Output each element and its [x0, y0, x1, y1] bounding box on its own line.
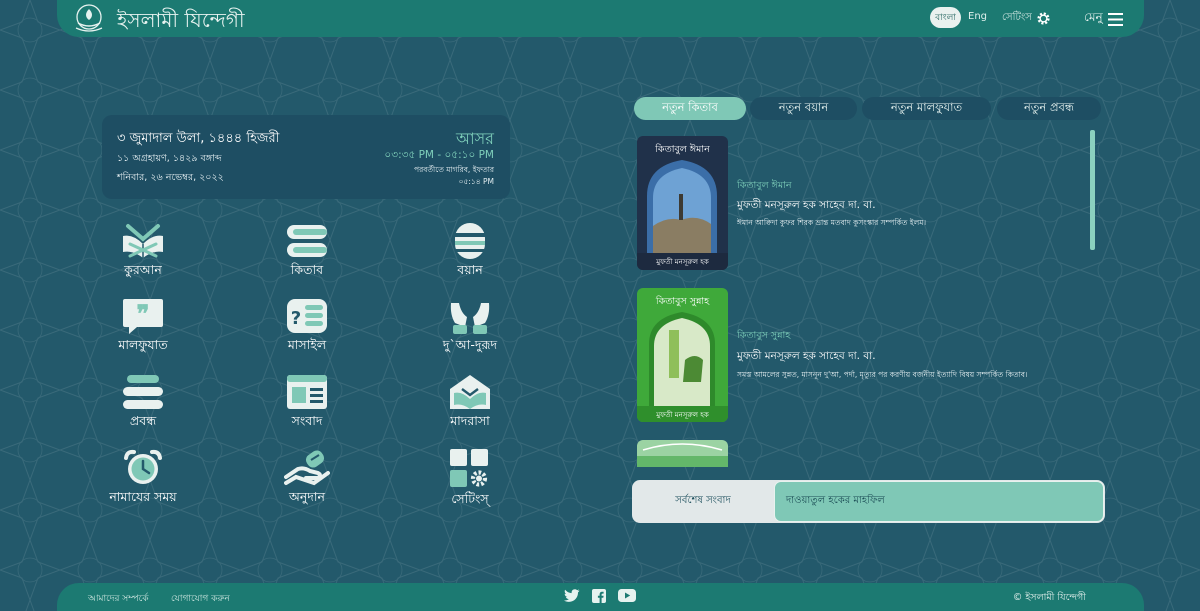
- grid-item-bayan[interactable]: বয়ান: [400, 222, 540, 292]
- quote-icon: ❞: [123, 299, 163, 334]
- gear-icon: [1037, 12, 1050, 25]
- gregorian-date: শনিবার, ২৬ নভেম্বর, ২০২২: [117, 172, 224, 183]
- question-icon: ?: [287, 299, 327, 333]
- grid-item-donation[interactable]: অনুদান: [237, 449, 377, 519]
- grid-label-settings: সেটিংস্: [451, 491, 489, 506]
- twitter-icon[interactable]: [564, 589, 580, 603]
- book-description: সমস্ত আমলের সুন্নত, মাসনূন দু'আ, পর্দা, …: [737, 370, 1028, 379]
- settings-button[interactable]: সেটিংস: [1002, 10, 1051, 27]
- grid-item-probondho[interactable]: প্রবন্ধ: [73, 373, 213, 443]
- grid-label-quran: কুরআন: [124, 262, 162, 277]
- hijri-date: ৩ জুমাদাল উলা, ১৪৪৪ হিজরী: [117, 131, 280, 146]
- article-icon: [123, 375, 163, 409]
- praying-hands-icon: [450, 303, 490, 334]
- social-links: [564, 589, 636, 603]
- settings-label: সেটিংস: [1002, 12, 1032, 23]
- menu-button[interactable]: মেনু: [1084, 9, 1123, 29]
- svg-text:❞: ❞: [137, 299, 150, 328]
- book-description: ঈমান আক্বিদা কুফর শিরক ভ্রান্ত মতবাদ কুস…: [737, 218, 927, 227]
- language-english-button[interactable]: Eng: [968, 11, 987, 22]
- books-icon: [287, 225, 327, 257]
- grid-item-prayer-time[interactable]: নামাযের সময়: [73, 449, 213, 519]
- alarm-clock-icon: [124, 449, 162, 484]
- book-cover-image[interactable]: [637, 440, 728, 467]
- grid-item-kitab[interactable]: কিতাব: [237, 222, 377, 292]
- list-item[interactable]: কিতাবুল ঈমান মুফতী মনসূরুল হক কিতাবুল ঈম…: [637, 136, 1087, 270]
- next-prayer-label: পরবর্তীতে মাগরিব, ইফতার: [414, 165, 494, 174]
- grid-item-settings[interactable]: সেটিংস্: [400, 449, 540, 519]
- news-headline[interactable]: দাওয়াতুল হকের মাহফিল: [774, 481, 1104, 522]
- grid-item-malfuzat[interactable]: ❞ মালফুযাত: [73, 297, 213, 367]
- madrasa-icon: [450, 375, 490, 409]
- menu-label: মেনু: [1084, 10, 1103, 24]
- grid-item-masail[interactable]: ? মাসাইল: [237, 297, 377, 367]
- logo-icon[interactable]: [73, 3, 105, 34]
- list-item[interactable]: কিতাবুস সুন্নাহ মুফতী মনসূরুল হক কিতাবুস…: [637, 288, 1087, 422]
- tab-new-malfuzat[interactable]: নতুন মালফুযাত: [862, 97, 991, 120]
- book-cover-title: কিতাবুল ঈমান: [655, 144, 710, 155]
- book-author: মুফতী মনসূরুল হক সাহেব দা. বা.: [737, 350, 876, 362]
- grid-item-dua[interactable]: দু`আ-দুরূদ: [400, 297, 540, 367]
- grid-item-quran[interactable]: কুরআন: [73, 222, 213, 292]
- quran-icon: [123, 224, 163, 258]
- grid-item-songbad[interactable]: সংবাদ: [237, 373, 377, 443]
- site-title[interactable]: ইসলামী যিন্দেগী: [117, 6, 245, 39]
- grid-label-madrasa: মাদরাসা: [450, 413, 490, 428]
- news-label: সর্বশেষ সংবাদ: [675, 495, 731, 506]
- tab-new-kitab[interactable]: নতুন কিতাব: [634, 97, 746, 120]
- scrollbar[interactable]: [1090, 130, 1095, 250]
- grid-label-masail: মাসাইল: [287, 337, 327, 352]
- book-cover-author: মুফতী মনসূরুল হক: [656, 411, 709, 419]
- news-ticker: সর্বশেষ সংবাদ দাওয়াতুল হকের মাহফিল: [632, 480, 1105, 523]
- grid-label-prayer-time: নামাযের সময়: [109, 489, 177, 504]
- hamburger-icon: [1107, 12, 1123, 26]
- grid-label-malfuzat: মালফুযাত: [118, 337, 168, 352]
- microphone-icon: [455, 223, 485, 259]
- top-header: ইসলামী যিন্দেগী বাংলা Eng সেটিংস মেনু: [57, 0, 1144, 37]
- youtube-icon[interactable]: [618, 589, 636, 602]
- date-prayer-card: ৩ জুমাদাল উলা, ১৪৪৪ হিজরী ১১ অগ্রহায়ণ, …: [102, 115, 510, 199]
- language-bangla-button[interactable]: বাংলা: [930, 7, 961, 28]
- about-link[interactable]: আমাদের সম্পর্কে: [88, 591, 149, 606]
- grid-label-donation: অনুদান: [289, 489, 325, 504]
- facebook-icon[interactable]: [592, 589, 606, 603]
- book-author: মুফতী মনসূরুল হক সাহেব দা. বা.: [737, 199, 876, 211]
- grid-label-kitab: কিতাব: [290, 262, 324, 277]
- bangla-date: ১১ অগ্রহায়ণ, ১৪২৯ বঙ্গাব্দ: [117, 153, 222, 164]
- book-cover-author: মুফতী মনসূরুল হক: [656, 258, 709, 266]
- current-prayer-time: ০৩:৩৫ PM - ০৫:১০ PM: [384, 149, 494, 161]
- grid-label-songbad: সংবাদ: [291, 413, 323, 428]
- tab-new-probondho[interactable]: নতুন প্রবন্ধ: [997, 97, 1101, 120]
- book-title[interactable]: কিতাবুস সুন্নাহ: [737, 329, 790, 344]
- donation-icon: [284, 450, 330, 486]
- settings-grid-icon: [450, 449, 488, 487]
- grid-label-probondho: প্রবন্ধ: [129, 413, 157, 428]
- book-title[interactable]: কিতাবুল ঈমান: [737, 179, 792, 194]
- tab-new-bayan[interactable]: নতুন বয়ান: [750, 97, 857, 120]
- grid-label-dua: দু`আ-দুরূদ: [442, 337, 498, 352]
- svg-text:?: ?: [291, 308, 301, 329]
- footer: আমাদের সম্পর্কে যোগাযোগ করুন © ইসলামী যি…: [57, 583, 1144, 611]
- grid-item-madrasa[interactable]: মাদরাসা: [400, 373, 540, 443]
- copyright: © ইসলামী যিন্দেগী: [1012, 592, 1086, 603]
- grid-label-bayan: বয়ান: [457, 262, 483, 277]
- next-prayer-time: ০৫:১৪ PM: [458, 177, 494, 186]
- book-cover-title: কিতাবুস সুন্নাহ: [655, 296, 710, 307]
- contact-link[interactable]: যোগাযোগ করুন: [171, 591, 230, 606]
- newspaper-icon: [287, 375, 327, 409]
